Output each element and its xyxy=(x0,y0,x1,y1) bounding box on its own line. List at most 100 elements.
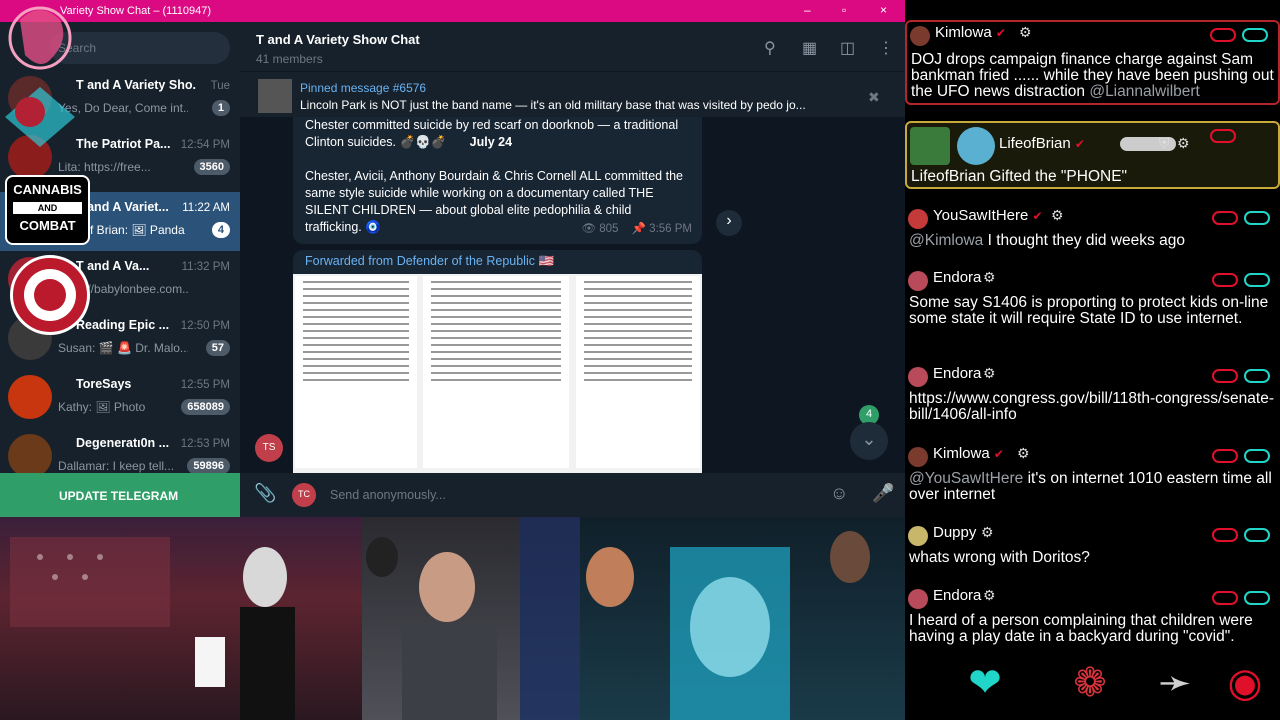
chat-message[interactable]: Endora ⚙ https://www.congress.gov/bill/1… xyxy=(905,363,1280,435)
webcam-feed xyxy=(520,517,905,720)
cyan-pill-icon xyxy=(1244,369,1270,383)
verified-icon: ✔ xyxy=(1074,137,1085,151)
gear-icon: ⚙ xyxy=(983,365,996,381)
chat-message[interactable]: YouSawItHere ✔ ⚙ @Kimlowa I thought they… xyxy=(905,205,1280,257)
user-avatar xyxy=(957,127,995,165)
red-pill-icon xyxy=(1212,528,1238,542)
webcam-strip xyxy=(0,517,905,720)
emoji-icon[interactable]: ☺ xyxy=(830,483,848,504)
forwarded-from-label: Forwarded from Defender of the Republic … xyxy=(305,254,555,268)
microphone-icon[interactable]: 🎤 xyxy=(872,483,894,504)
chat-message[interactable]: Kimlowa ✔ ⚙ @YouSawItHere it's on intern… xyxy=(905,443,1280,509)
pin-list-icon[interactable]: ✖ xyxy=(868,89,880,106)
minimize-icon[interactable]: – xyxy=(804,3,811,17)
cyan-pill-icon xyxy=(1244,273,1270,287)
video-chat-icon[interactable]: ▦ xyxy=(802,38,817,58)
chat-preview: Susan: 🎬 🚨 Dr. Malo... xyxy=(58,341,188,355)
gear-icon: ⚙ xyxy=(981,524,994,540)
search-icon[interactable]: ⚲ xyxy=(764,38,776,58)
username: Endora xyxy=(933,365,982,382)
pinned-label: Pinned message #6576 xyxy=(300,81,427,95)
gear-icon: ⚙ xyxy=(983,269,996,285)
view-count: 805 xyxy=(599,223,619,235)
scroll-down-icon[interactable]: ⌄ xyxy=(850,422,888,460)
red-pill-icon xyxy=(1212,211,1238,225)
chat-time: 12:53 PM xyxy=(180,438,230,450)
chat-item[interactable]: ToreSays 12:55 PM Kathy: 🖼 Photo 658089 xyxy=(0,369,240,428)
unread-badge: 1 xyxy=(211,100,230,116)
chat-avatar xyxy=(8,434,52,478)
chat-link[interactable]: https://www.congress.gov/bill/118th-cong… xyxy=(909,391,1274,423)
telegram-window: Variety Show Chat – (1110947) – ▫ × Sear… xyxy=(0,0,905,517)
unread-badge: 658089 xyxy=(181,399,230,415)
chat-name: T and A Variet... xyxy=(76,200,169,214)
chat-message[interactable]: Endora ⚙ Some say S1406 is proporting to… xyxy=(905,267,1280,352)
gift-icon xyxy=(910,127,950,165)
message-bubble[interactable]: Chester committed suicide by red scarf o… xyxy=(293,117,702,244)
chat-message-highlighted[interactable]: LifeofBrian ✔ ⛨ ⚙ LifeofBrian Gifted the… xyxy=(905,121,1280,189)
verified-icon: ✔ xyxy=(995,26,1006,40)
verified-icon: ✔ xyxy=(1032,209,1043,223)
maximize-icon[interactable]: ▫ xyxy=(842,3,846,17)
document-image[interactable] xyxy=(293,274,702,473)
username: Endora xyxy=(933,269,982,286)
chat-time: 11:32 PM xyxy=(181,261,230,273)
chat-preview: Kathy: 🖼 Photo xyxy=(58,400,146,414)
chat-text: Some say S1406 is proporting to protect … xyxy=(909,294,1269,327)
chat-header: T and A Variety Show Chat 41 members ⚲ ▦… xyxy=(240,22,905,72)
message-input[interactable]: Send anonymously... xyxy=(330,488,446,502)
red-pill-icon xyxy=(1212,591,1238,605)
chat-avatar xyxy=(8,375,52,419)
red-can-icon: ◉ xyxy=(1227,661,1263,705)
sidebar-toggle-icon[interactable]: ◫ xyxy=(840,38,855,58)
chat-text: LifeofBrian Gifted the "PHONE" xyxy=(911,168,1128,185)
pinned-message-bar[interactable]: Pinned message #6576 Lincoln Park is NOT… xyxy=(240,77,905,117)
shield-icon: ⛨ xyxy=(1159,135,1170,151)
username: YouSawItHere ✔ xyxy=(933,207,1043,224)
chat-preview: Lita: https://free... xyxy=(58,160,151,174)
live-chat-panel: Kimlowa ✔ ⚙ DOJ drops campaign finance c… xyxy=(905,0,1280,645)
red-pill-icon xyxy=(1210,129,1236,143)
chat-message[interactable]: Duppy ⚙ whats wrong with Doritos? xyxy=(905,522,1280,572)
gear-icon: ⚙ xyxy=(1019,24,1032,40)
pin-icon: 📌 xyxy=(631,223,646,235)
views-icon: 👁 xyxy=(581,223,597,235)
chat-time: 12:54 PM xyxy=(180,139,230,151)
title-bar: Variety Show Chat – (1110947) – ▫ × xyxy=(0,0,905,22)
more-menu-icon[interactable]: ⋮ xyxy=(878,38,894,58)
message-area: Chester committed suicide by red scarf o… xyxy=(240,117,905,473)
chat-text: @Kimlowa I thought they did weeks ago xyxy=(909,232,1185,249)
user-avatar xyxy=(908,271,928,291)
user-avatar xyxy=(910,26,930,46)
chat-name: T and A Variety Sho... xyxy=(76,78,196,92)
chat-name: Degeneratı0n ... xyxy=(76,436,170,450)
sender-avatar[interactable]: TS xyxy=(255,434,283,462)
chat-message[interactable]: Endora ⚙ I heard of a person complaining… xyxy=(905,585,1280,645)
forward-arrow-icon[interactable]: › xyxy=(716,210,742,236)
username: Duppy xyxy=(933,524,977,541)
close-icon[interactable]: × xyxy=(880,3,887,17)
chat-name: ToreSays xyxy=(76,377,132,391)
flag-leaf-icon: ❁ xyxy=(1073,661,1107,705)
pinned-thumbnail xyxy=(258,79,292,113)
cyan-pill-icon xyxy=(1244,528,1270,542)
unread-badge: 59896 xyxy=(187,458,230,474)
logo-text: CANNABIS xyxy=(13,182,82,197)
attach-icon[interactable]: 📎 xyxy=(254,483,276,504)
chat-preview: Dallamar: I keep tell... xyxy=(58,459,175,473)
send-as-avatar[interactable]: TC xyxy=(292,483,316,507)
message-date: July 24 xyxy=(469,135,513,149)
chat-name: T and A Va... xyxy=(76,259,150,273)
logo-text: AND xyxy=(13,202,82,214)
chat-message[interactable]: Kimlowa ✔ ⚙ DOJ drops campaign finance c… xyxy=(905,20,1280,105)
verified-icon: ✔ xyxy=(993,447,1004,461)
stream-logo xyxy=(0,0,85,80)
cannabis-and-combat-logo: CANNABIS AND COMBAT xyxy=(5,175,90,245)
cyan-pill-icon xyxy=(1244,211,1270,225)
forwarded-message-bubble[interactable]: Forwarded from Defender of the Republic … xyxy=(293,250,702,473)
chat-text: whats wrong with Doritos? xyxy=(909,549,1090,566)
stream-icons-bar: ❤ ❁ ➛ ◉ xyxy=(905,645,1280,720)
update-telegram-button[interactable]: UPDATE TELEGRAM xyxy=(0,473,240,517)
unread-badge: 4 xyxy=(211,222,230,238)
gear-icon: ⚙ xyxy=(1017,445,1030,461)
